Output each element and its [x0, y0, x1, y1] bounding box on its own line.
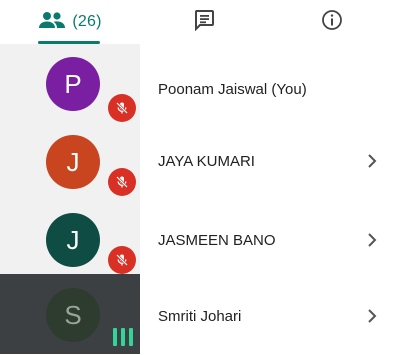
- participant-row[interactable]: JASMEEN BANO: [140, 201, 395, 279]
- tab-people[interactable]: (26): [0, 0, 140, 44]
- participant-tile[interactable]: S: [0, 274, 140, 354]
- participant-row[interactable]: Poonam Jaiswal (You): [140, 50, 395, 128]
- avatar-initial: P: [64, 68, 82, 99]
- chevron-right-icon: [365, 152, 379, 170]
- participant-count: (26): [72, 13, 102, 30]
- avatar-initial: J: [66, 224, 80, 255]
- participant-name: JASMEEN BANO: [158, 231, 276, 249]
- participant-tile[interactable]: J: [0, 200, 140, 278]
- participant-row[interactable]: Smriti Johari: [140, 277, 395, 355]
- tab-chat[interactable]: [140, 0, 268, 44]
- avatar: S: [46, 288, 100, 342]
- avatar: J: [46, 213, 100, 267]
- participant-tiles: P J J S: [0, 44, 140, 354]
- participant-name: JAYA KUMARI: [158, 152, 255, 170]
- muted-mic-icon: [108, 246, 136, 274]
- chevron-right-icon: [365, 307, 379, 325]
- avatar-initial: J: [66, 146, 80, 177]
- avatar-initial: S: [64, 299, 82, 330]
- participant-name: Poonam Jaiswal (You): [158, 80, 307, 98]
- participant-name: Smriti Johari: [158, 307, 242, 325]
- tab-info[interactable]: [268, 0, 395, 44]
- participant-tile[interactable]: J: [0, 122, 140, 200]
- tab-bar: (26): [0, 0, 395, 44]
- avatar: J: [46, 135, 100, 189]
- participant-tile[interactable]: P: [0, 44, 140, 122]
- chevron-right-icon: [365, 231, 379, 249]
- people-icon: [38, 11, 66, 34]
- muted-mic-icon: [108, 94, 136, 122]
- info-icon: [321, 9, 343, 36]
- chat-icon: [193, 9, 215, 36]
- speaking-indicator-icon: [113, 328, 133, 346]
- muted-mic-icon: [108, 168, 136, 196]
- participant-row[interactable]: JAYA KUMARI: [140, 122, 395, 200]
- avatar: P: [46, 57, 100, 111]
